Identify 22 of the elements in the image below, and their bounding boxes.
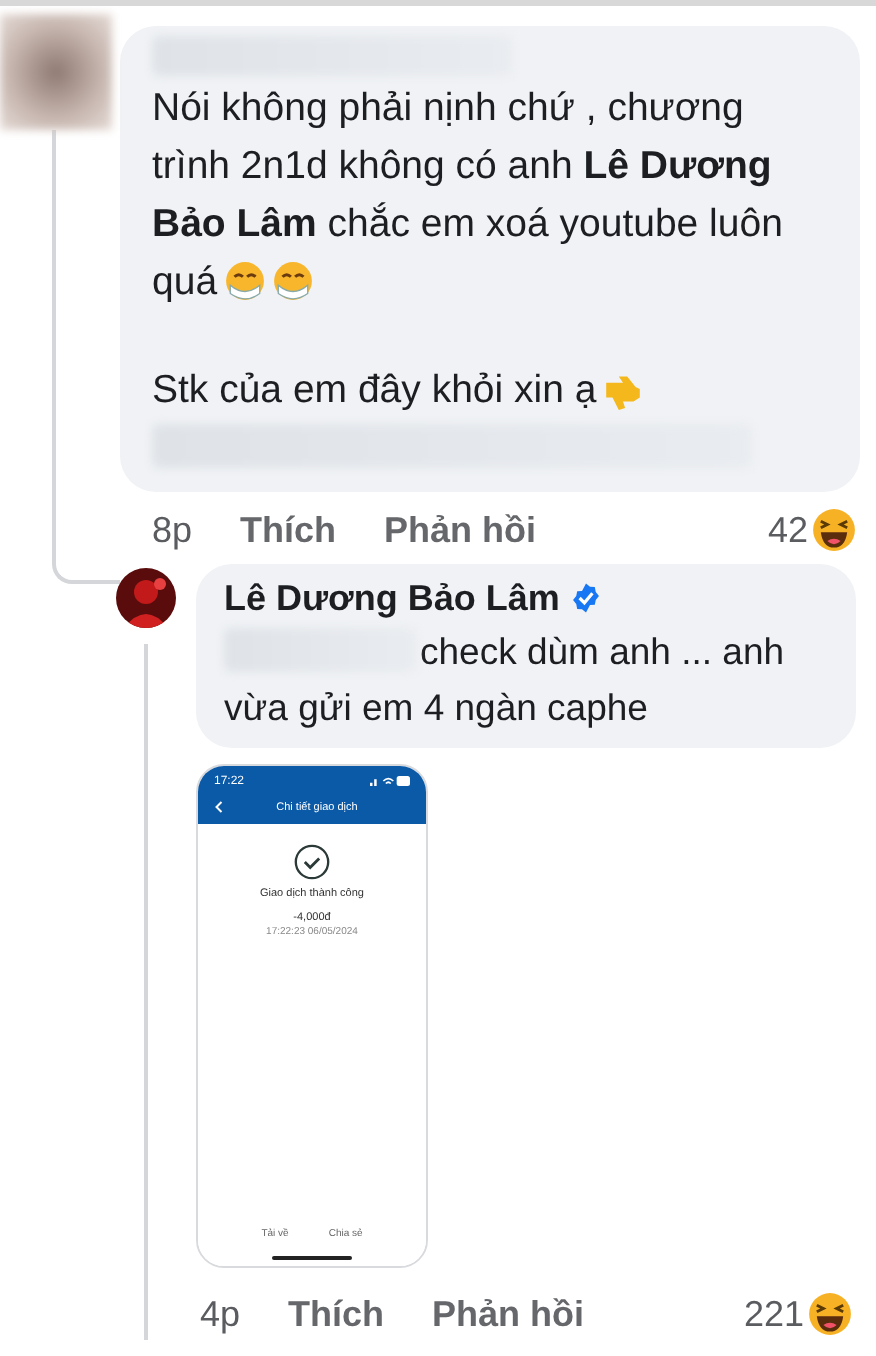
emoji-icon: [271, 260, 314, 302]
laughing-emoji-icon: [808, 1292, 852, 1336]
home-indicator: [272, 1256, 352, 1260]
reaction-count[interactable]: 42: [767, 509, 808, 551]
like-link[interactable]: Thích: [240, 509, 337, 551]
comment-text: quá: [152, 260, 218, 304]
like-link[interactable]: Thích: [288, 1293, 385, 1335]
reply-link[interactable]: Phản hồi: [432, 1293, 585, 1335]
avatar[interactable]: [0, 14, 112, 130]
check-circle-icon: [294, 844, 330, 880]
back-icon[interactable]: [214, 800, 224, 814]
comment-time: 8p: [152, 509, 193, 551]
reply-text: vừa gửi em 4 ngàn caphe: [224, 686, 648, 728]
reply-link[interactable]: Phản hồi: [384, 509, 537, 551]
status-icons-drawing: [370, 774, 410, 788]
reaction-count[interactable]: 221: [743, 1293, 804, 1335]
author-name[interactable]: Lê Dương Bảo Lâm: [224, 572, 560, 624]
reply-time: 4p: [200, 1293, 241, 1335]
reply-text: check dùm anh ... anh: [420, 630, 785, 672]
comment-text: Stk của em đây khỏi xin ạ: [152, 368, 597, 412]
laughing-emoji-icon: [812, 508, 856, 552]
emoji-icon: [223, 260, 266, 302]
